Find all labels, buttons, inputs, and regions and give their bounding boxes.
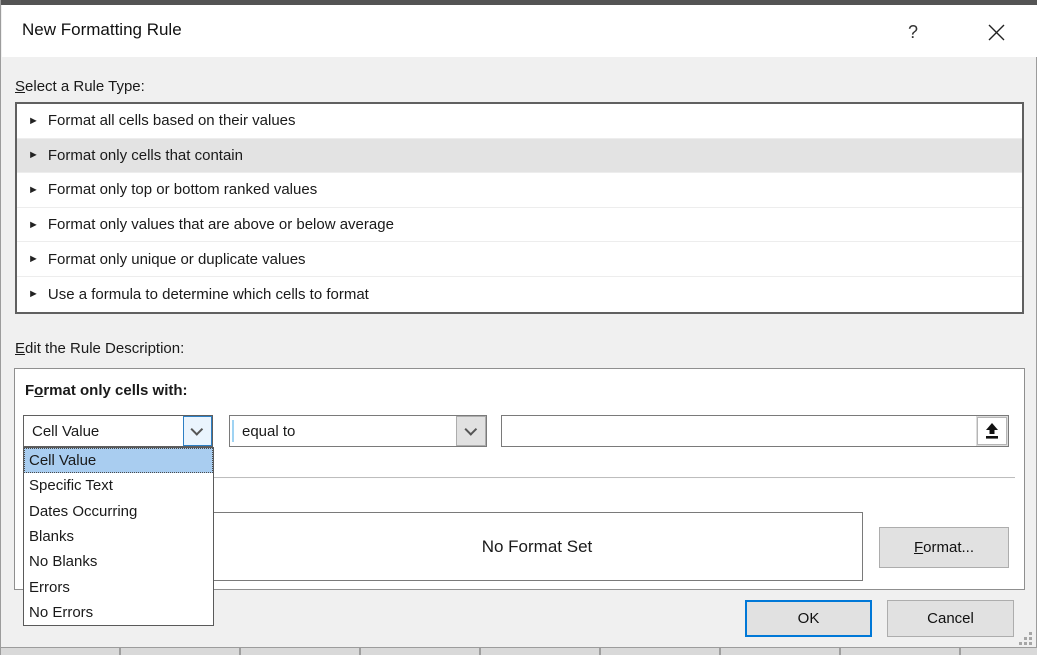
- format-only-cells-with-label: Format only cells with:: [25, 382, 188, 399]
- rule-type-item-label: Format only cells that contain: [48, 147, 243, 164]
- dropdown-item-selected[interactable]: Cell Value: [24, 448, 213, 473]
- rule-type-item-label: Format only values that are above or bel…: [48, 216, 394, 233]
- dropdown-item[interactable]: Blanks: [24, 524, 213, 549]
- value-input-wrapper: [501, 415, 1009, 447]
- rule-type-item[interactable]: ► Format all cells based on their values: [17, 104, 1022, 139]
- rule-type-item-label: Format only top or bottom ranked values: [48, 181, 317, 198]
- background-worksheet-strip: [1, 648, 1037, 655]
- format-preview: No Format Set: [211, 512, 863, 581]
- dropdown-item[interactable]: Specific Text: [24, 473, 213, 498]
- help-button[interactable]: ?: [895, 15, 931, 49]
- dropdown-item[interactable]: No Blanks: [24, 549, 213, 574]
- condition-type-dropdown-list: Cell Value Specific Text Dates Occurring…: [23, 447, 214, 626]
- rule-type-item-selected[interactable]: ► Format only cells that contain: [17, 139, 1022, 174]
- operator-dropdown-button[interactable]: [456, 416, 486, 446]
- format-preview-text: No Format Set: [482, 537, 593, 557]
- rule-bullet-icon: ►: [28, 149, 39, 161]
- condition-type-combobox[interactable]: Cell Value: [23, 415, 213, 447]
- dropdown-item[interactable]: No Errors: [24, 600, 213, 625]
- format-button[interactable]: Format...: [879, 527, 1009, 568]
- rule-bullet-icon: ►: [28, 253, 39, 265]
- rule-type-item-label: Format all cells based on their values: [48, 112, 296, 129]
- rule-type-item[interactable]: ► Format only unique or duplicate values: [17, 242, 1022, 277]
- cancel-button[interactable]: Cancel: [887, 600, 1014, 637]
- rule-type-item-label: Format only unique or duplicate values: [48, 251, 306, 268]
- dropdown-item[interactable]: Dates Occurring: [24, 499, 213, 524]
- value-input[interactable]: [502, 416, 977, 446]
- collapse-dialog-button[interactable]: [977, 417, 1007, 445]
- title-bar: New Formatting Rule ?: [2, 5, 1037, 57]
- condition-type-dropdown-button[interactable]: [183, 416, 212, 446]
- edit-description-label: Edit the Rule Description:: [15, 340, 184, 357]
- operator-value: equal to: [234, 423, 456, 440]
- rule-type-item[interactable]: ► Format only values that are above or b…: [17, 208, 1022, 243]
- dropdown-item[interactable]: Errors: [24, 574, 213, 599]
- collapse-dialog-icon: [984, 422, 1000, 440]
- operator-combobox[interactable]: equal to: [229, 415, 487, 447]
- new-formatting-rule-dialog: New Formatting Rule ? Select a Rule Type…: [0, 0, 1037, 655]
- rule-bullet-icon: ►: [28, 115, 39, 127]
- close-icon: [988, 24, 1005, 41]
- rule-bullet-icon: ►: [28, 184, 39, 196]
- rule-type-item[interactable]: ► Format only top or bottom ranked value…: [17, 173, 1022, 208]
- chevron-down-icon: [190, 423, 203, 436]
- ok-button[interactable]: OK: [745, 600, 872, 637]
- resize-grip[interactable]: [1019, 632, 1033, 646]
- rule-bullet-icon: ►: [28, 219, 39, 231]
- close-button[interactable]: [976, 15, 1016, 49]
- rule-type-list: ► Format all cells based on their values…: [15, 102, 1024, 314]
- rule-bullet-icon: ►: [28, 288, 39, 300]
- rule-type-label: Select a Rule Type:: [15, 78, 145, 95]
- rule-type-item[interactable]: ► Use a formula to determine which cells…: [17, 277, 1022, 312]
- chevron-down-icon: [464, 423, 477, 436]
- dialog-title: New Formatting Rule: [22, 20, 182, 40]
- condition-type-value: Cell Value: [24, 423, 183, 440]
- rule-type-item-label: Use a formula to determine which cells t…: [48, 286, 369, 303]
